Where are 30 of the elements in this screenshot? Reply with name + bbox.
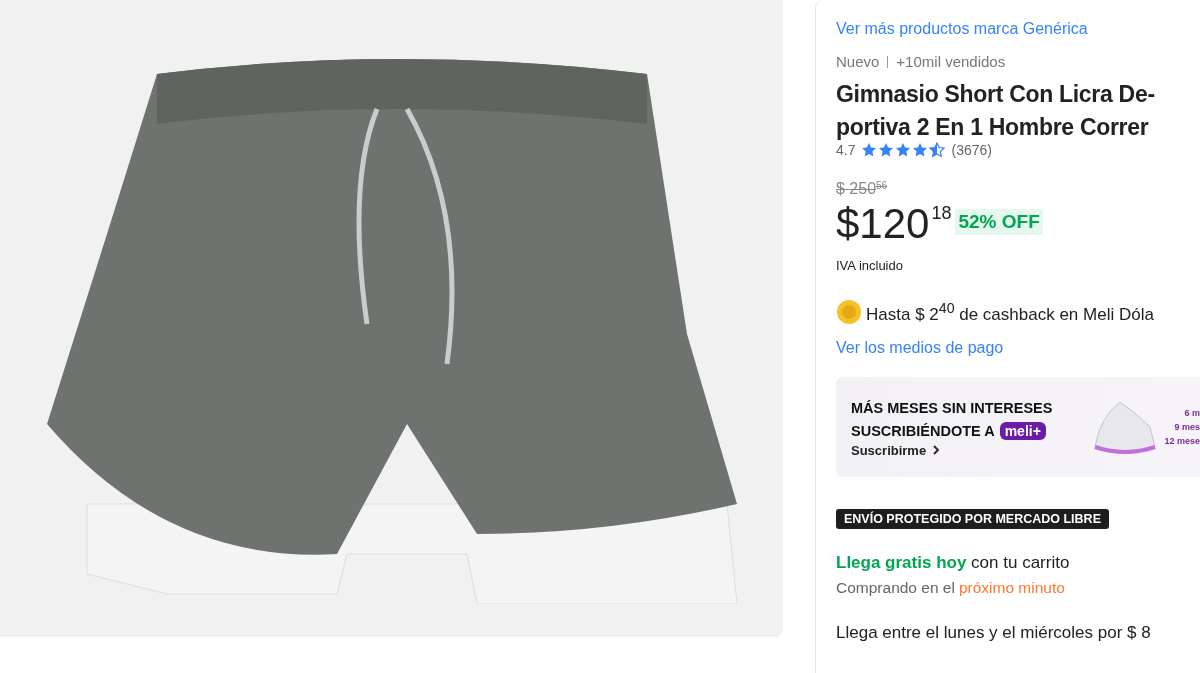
promo-image-label: 12 mese [1164, 435, 1200, 448]
product-title: Gimnasio Short Con Licra De-portiva 2 En 1 Hombre Correr [836, 80, 1156, 142]
promo-banner[interactable]: MÁS MESES SIN INTERESES SUSCRIBIÉNDOTE A meli+ Suscribirme 6 m 9 mes 12 mese [836, 377, 1200, 477]
promo-image-label: 9 mes [1174, 421, 1200, 434]
subscribe-link[interactable]: Suscribirme [851, 442, 1053, 458]
deadline-highlight: próximo minuto [958, 579, 1065, 597]
star-icon [861, 142, 878, 158]
promo-title: MÁS MESES SIN INTERESES [851, 398, 1053, 418]
sold-count: +10mil vendidos [896, 53, 1006, 70]
meli-plus-logo: meli+ [999, 422, 1046, 440]
cashback-text: Hasta $ 2$^{40}$ de cashback en Meli Dóla [866, 299, 1154, 325]
star-icon [912, 142, 929, 158]
chevron-icon [932, 445, 941, 455]
payment-methods-link[interactable]: Ver los medios de pago [836, 339, 1200, 357]
coin-icon [836, 299, 862, 325]
alt-delivery-text: Llega entre el lunes y el miércoles por $ 8 [836, 623, 1152, 643]
shipping-badge: ENVÍO PROTEGIDO POR MERCADO LIBRE [836, 509, 1109, 529]
deadline-text: Comprando en el [836, 579, 955, 597]
star-icon [895, 142, 912, 158]
promo-title: SUSCRIBIÉNDOTE A [851, 421, 995, 441]
tax-note: IVA incluido [836, 258, 904, 273]
star-icon [929, 142, 946, 158]
discount-label: 52% OFF [955, 209, 1043, 235]
promo-image-label: 6 m [1184, 407, 1200, 420]
star-icon [878, 142, 895, 158]
brand-link[interactable]: Ver más productos marca Genérica [836, 20, 1200, 38]
condition-label: Nuevo [836, 53, 880, 70]
rating-value: 4.7 [836, 142, 856, 158]
review-count: (3676) [951, 142, 992, 158]
delivery-text: Llega gratis hoy con tu carrito [836, 553, 1071, 573]
